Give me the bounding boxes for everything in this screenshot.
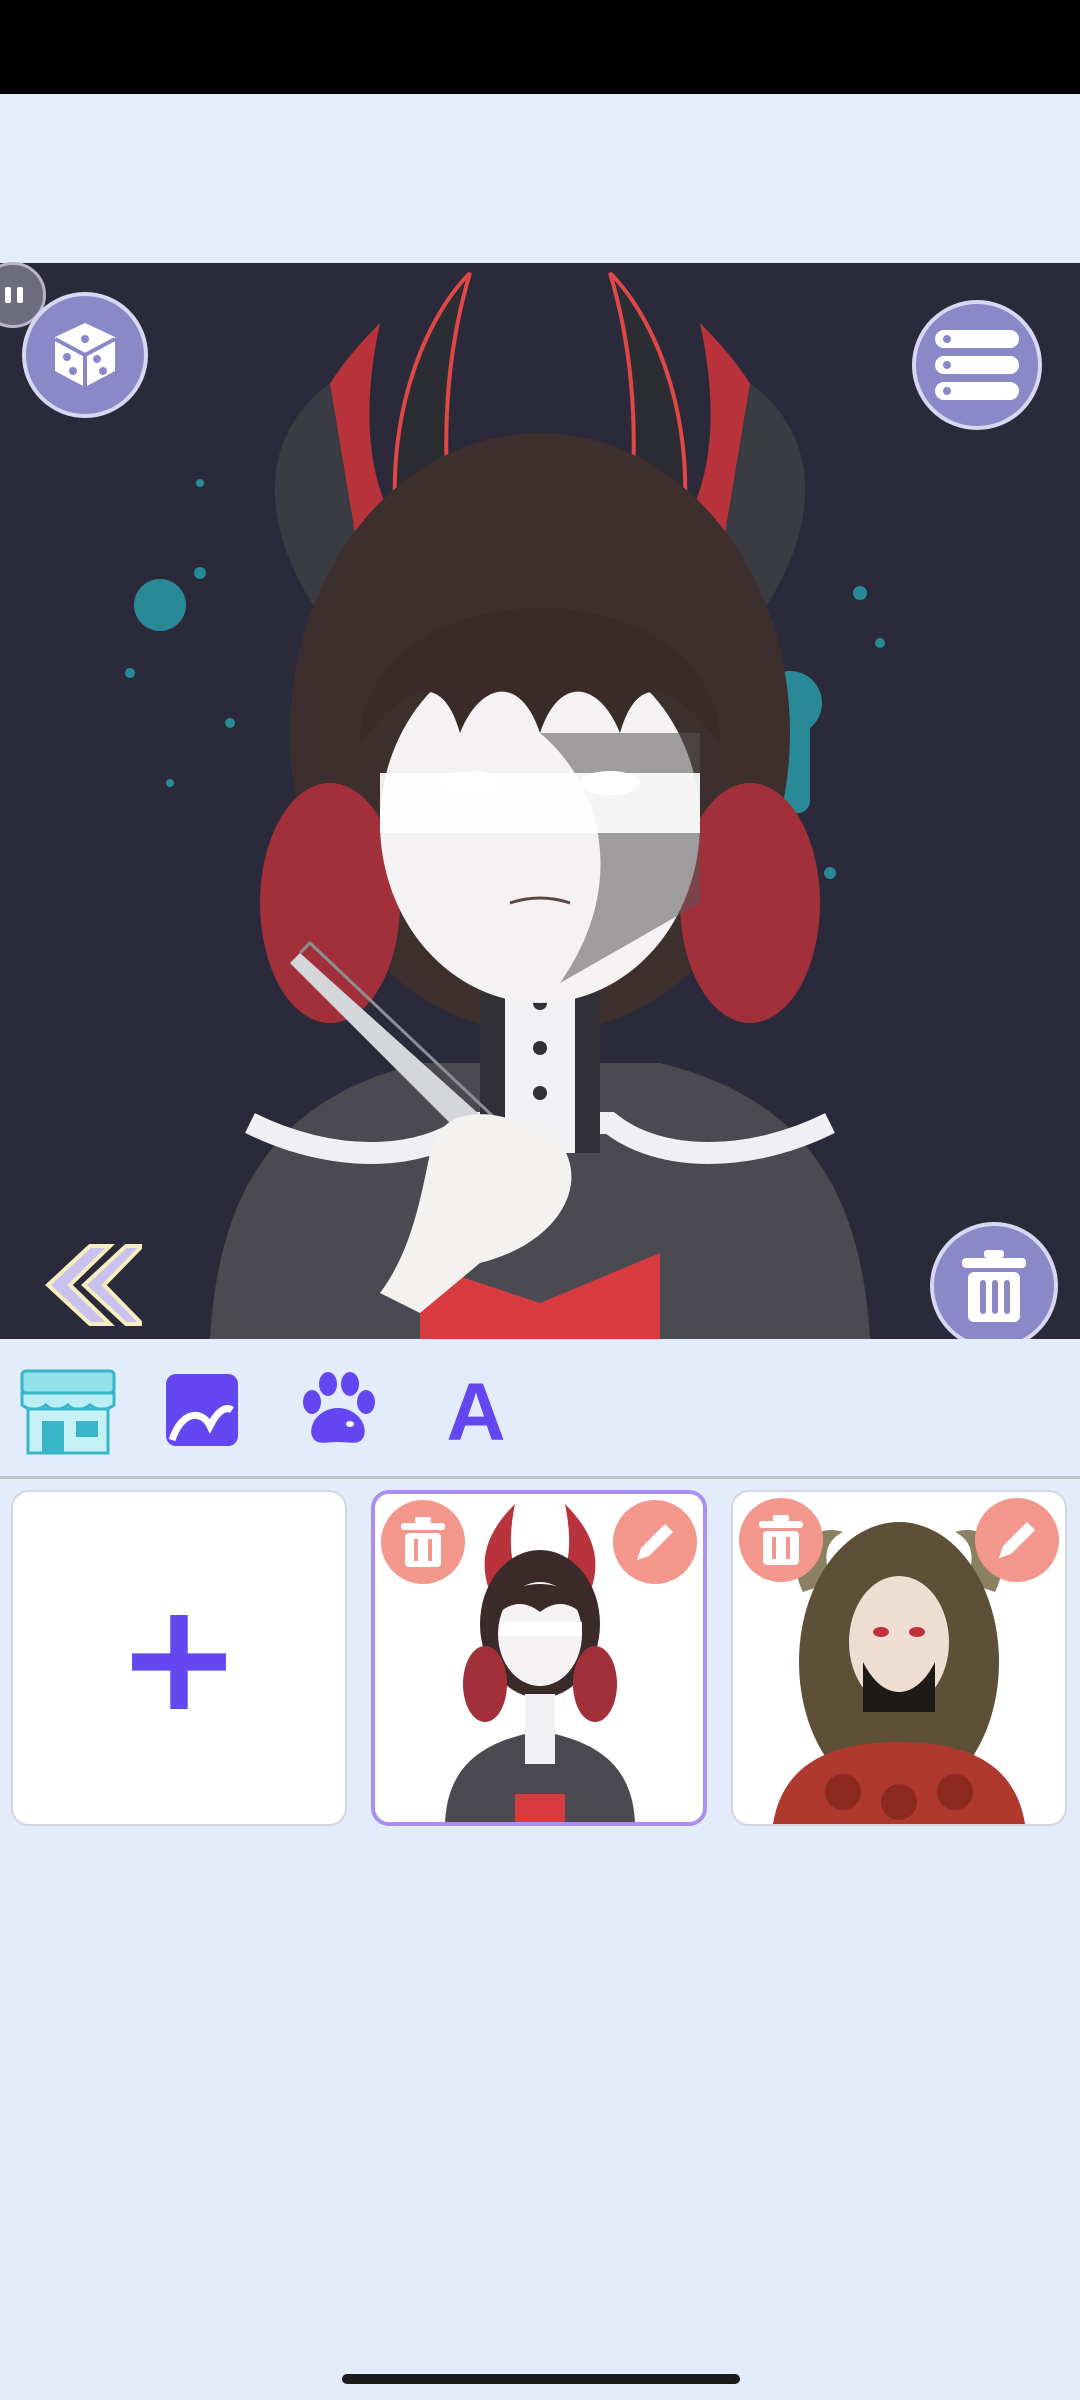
background-image-icon xyxy=(166,1374,238,1446)
menu-button[interactable] xyxy=(912,300,1042,430)
edit-character-button[interactable] xyxy=(613,1500,697,1584)
tab-background[interactable] xyxy=(150,1362,254,1458)
pencil-icon xyxy=(999,1522,1035,1558)
randomize-button[interactable] xyxy=(22,292,148,418)
shop-icon xyxy=(20,1369,116,1455)
delete-character-button[interactable] xyxy=(739,1498,823,1582)
plus-icon: + xyxy=(116,1571,242,1745)
list-icon xyxy=(935,330,1019,400)
pencil-icon xyxy=(637,1524,673,1560)
home-indicator[interactable] xyxy=(342,2374,740,2384)
tab-shop[interactable] xyxy=(16,1362,120,1458)
collapse-button[interactable] xyxy=(30,1240,147,1330)
tab-text[interactable]: A xyxy=(424,1362,528,1458)
text-icon: A xyxy=(446,1370,505,1450)
double-chevron-left-icon xyxy=(45,1244,147,1326)
character-canvas[interactable] xyxy=(0,263,1080,1339)
saved-character-card[interactable] xyxy=(371,1490,707,1826)
tab-pets[interactable] xyxy=(286,1362,390,1458)
toolbar-divider xyxy=(0,1476,1080,1479)
top-spacer xyxy=(0,94,1080,262)
delete-character-button[interactable] xyxy=(381,1500,465,1584)
trash-icon xyxy=(401,1517,445,1567)
add-character-card[interactable]: + xyxy=(11,1490,347,1826)
delete-button[interactable] xyxy=(930,1222,1058,1350)
dice-icon xyxy=(54,323,116,387)
trash-icon xyxy=(962,1250,1026,1322)
saved-character-card[interactable] xyxy=(731,1490,1067,1826)
character-artwork xyxy=(125,271,885,1339)
edit-character-button[interactable] xyxy=(975,1498,1059,1582)
paw-icon xyxy=(303,1372,375,1443)
svg-text:A: A xyxy=(446,1370,505,1450)
status-bar xyxy=(0,0,1080,94)
trash-icon xyxy=(759,1515,803,1565)
